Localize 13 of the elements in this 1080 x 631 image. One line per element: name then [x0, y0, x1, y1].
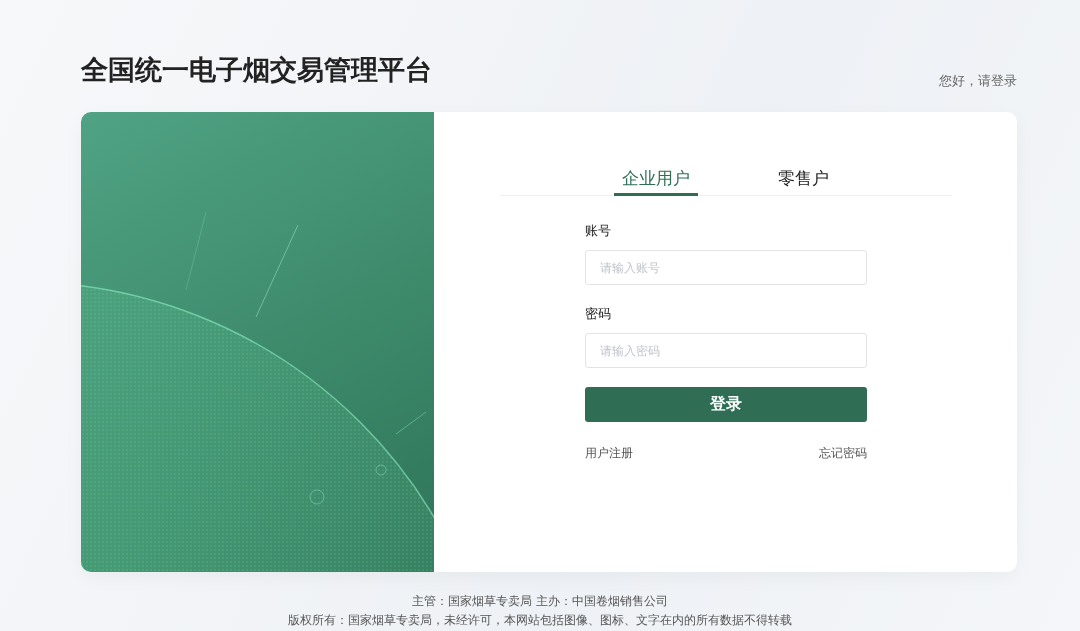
- account-link[interactable]: 用户注册: [584, 445, 633, 462]
- field-label: 账号: [584, 222, 612, 240]
- password-field[interactable]: 请输入密码: [584, 333, 867, 368]
- login-greeting: 您好，请登录: [939, 72, 1017, 90]
- site-title: 全国统一电子烟交易管理平台: [81, 53, 432, 87]
- account-field[interactable]: 请输入账号: [584, 250, 867, 285]
- field-label: 密码: [584, 305, 612, 323]
- user-type-tab[interactable]: 企业用户: [614, 164, 698, 196]
- user-type-tab[interactable]: 零售户: [770, 164, 837, 196]
- account-link[interactable]: 忘记密码: [818, 445, 867, 462]
- footer-text: 主管：国家烟草专卖局 主办：中国卷烟销售公司: [411, 593, 669, 610]
- footer-text: 版权所有：国家烟草专卖局，未经许可，本网站包括图像、图标、文字在内的所有数据不得转载: [287, 612, 793, 629]
- login-button[interactable]: 登录: [584, 387, 867, 422]
